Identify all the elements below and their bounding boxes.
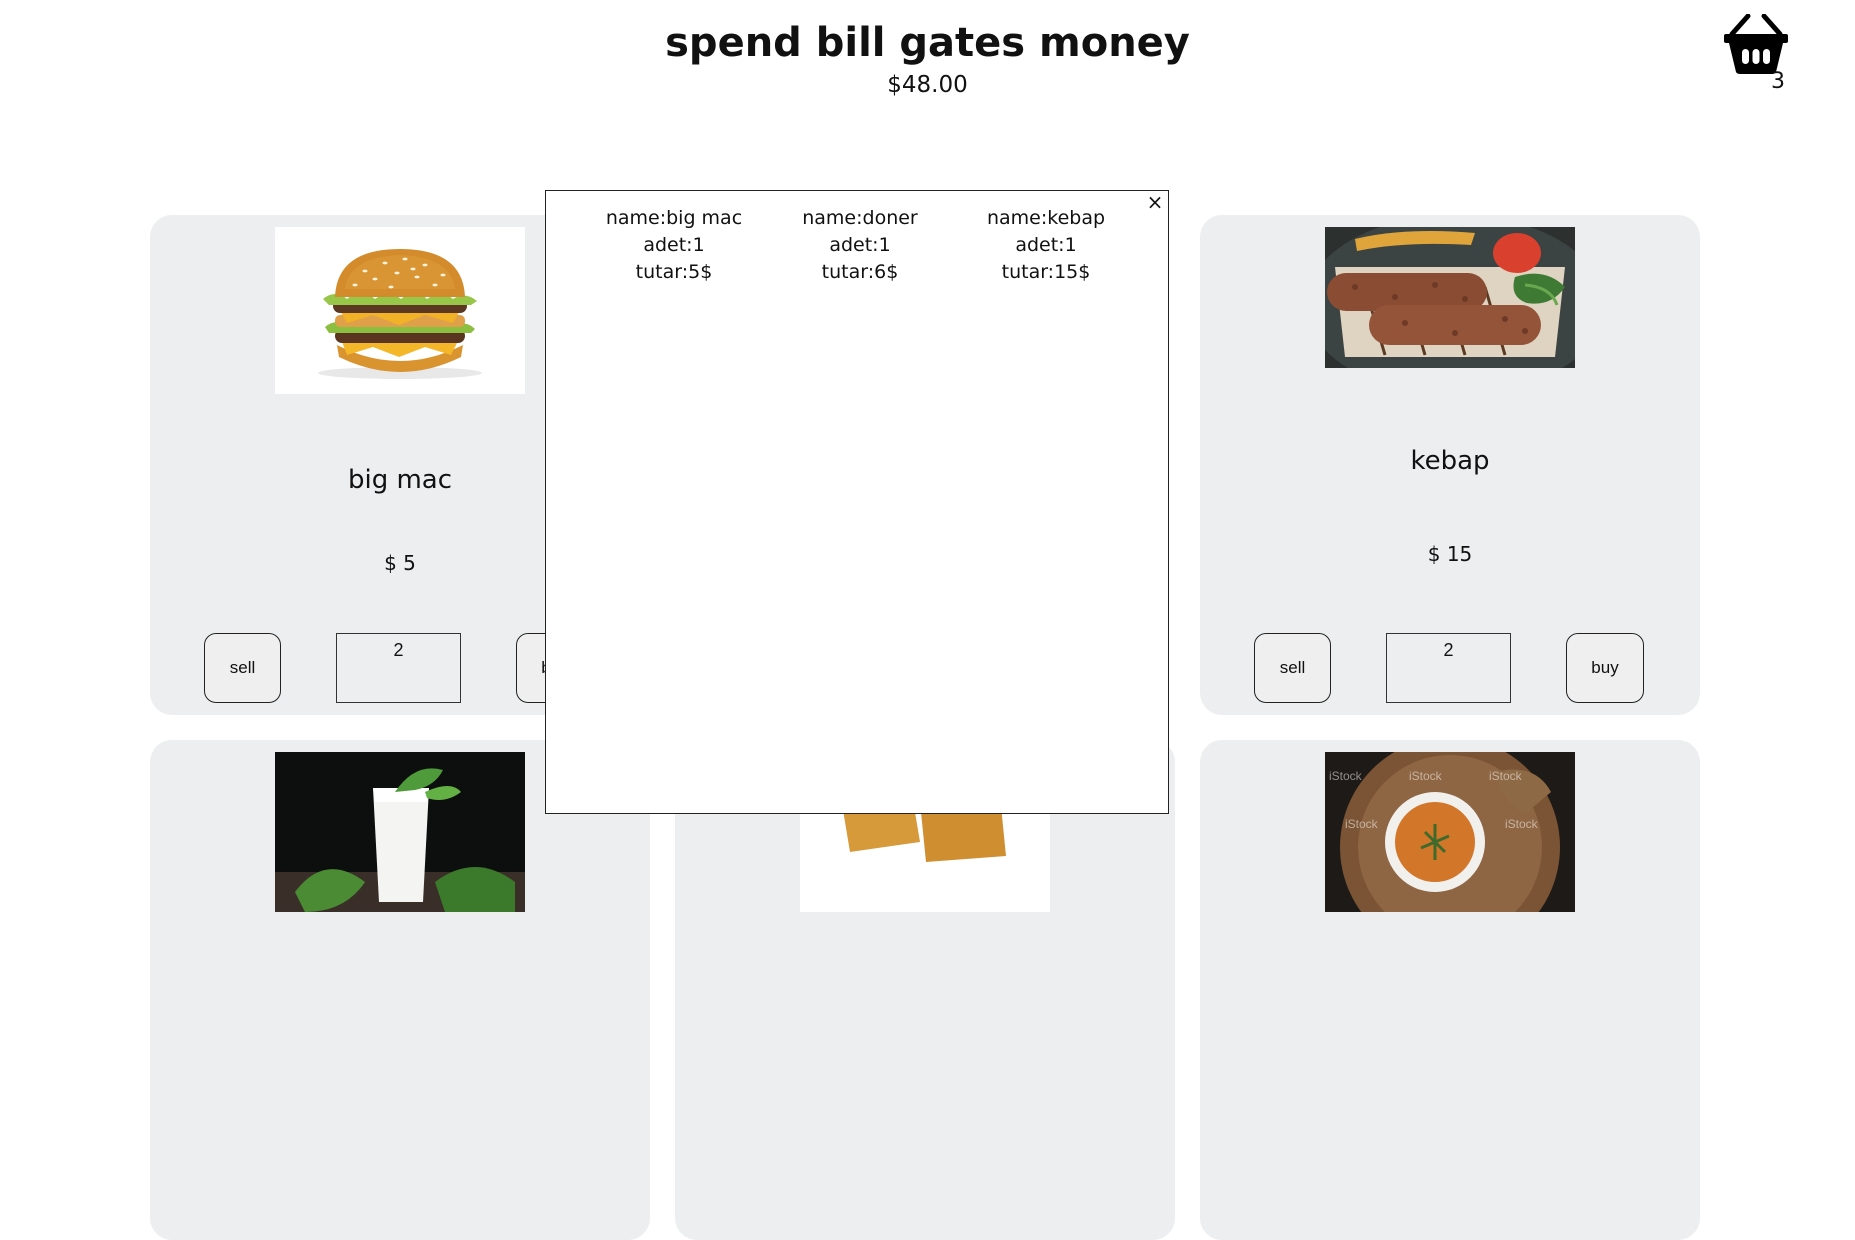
- cart-item-quantity: adet:1: [643, 234, 705, 256]
- cart-item-name: name:kebap: [986, 207, 1106, 229]
- cart-item-name: name:big mac: [605, 207, 743, 229]
- kebap-image: [1325, 227, 1575, 368]
- product-card-milk: [150, 740, 650, 1240]
- big-mac-image: [275, 227, 525, 394]
- cart-modal: × name:big mac adet:1 tutar:5$ name:done…: [545, 190, 1169, 814]
- quantity-field[interactable]: 2: [1386, 633, 1511, 703]
- basket-count-badge: 3: [1771, 69, 1785, 94]
- page-header: spend bill gates money $48.00 3: [0, 0, 1855, 120]
- cart-item-total: tutar:6$: [821, 261, 899, 283]
- svg-text:iStock: iStock: [1489, 769, 1523, 783]
- money-balance: $48.00: [887, 72, 968, 98]
- buy-button[interactable]: buy: [1566, 633, 1644, 703]
- sell-button[interactable]: sell: [204, 633, 281, 703]
- cart-item-quantity: adet:1: [829, 234, 891, 256]
- svg-text:iStock: iStock: [1505, 817, 1539, 831]
- cart-item-name: name:doner: [802, 207, 918, 229]
- cart-item-quantity: adet:1: [1015, 234, 1077, 256]
- product-price: $ 15: [1427, 542, 1473, 566]
- product-card-soup: iStock iStock iStock iStock iStock: [1200, 740, 1700, 1240]
- quantity-field[interactable]: 2: [336, 633, 461, 703]
- sell-button[interactable]: sell: [1254, 633, 1331, 703]
- cart-item: name:kebap adet:1 tutar:15$: [951, 205, 1141, 286]
- soup-image: iStock iStock iStock iStock iStock: [1325, 752, 1575, 912]
- milk-image: [275, 752, 525, 912]
- svg-text:iStock: iStock: [1409, 769, 1443, 783]
- cart-item-total: tutar:5$: [635, 261, 713, 283]
- svg-text:iStock: iStock: [1345, 817, 1379, 831]
- page-title: spend bill gates money: [665, 20, 1190, 66]
- cart-item: name:doner adet:1 tutar:6$: [765, 205, 955, 286]
- cart-item-total: tutar:15$: [1001, 261, 1091, 283]
- product-card-kebap: kebap $ 15 sell 2 buy: [1200, 215, 1700, 715]
- product-name: kebap: [1410, 446, 1490, 476]
- close-icon[interactable]: ×: [1144, 191, 1166, 213]
- svg-text:iStock: iStock: [1329, 769, 1363, 783]
- cart-item: name:big mac adet:1 tutar:5$: [579, 205, 769, 286]
- product-card-baklava: [675, 740, 1175, 1240]
